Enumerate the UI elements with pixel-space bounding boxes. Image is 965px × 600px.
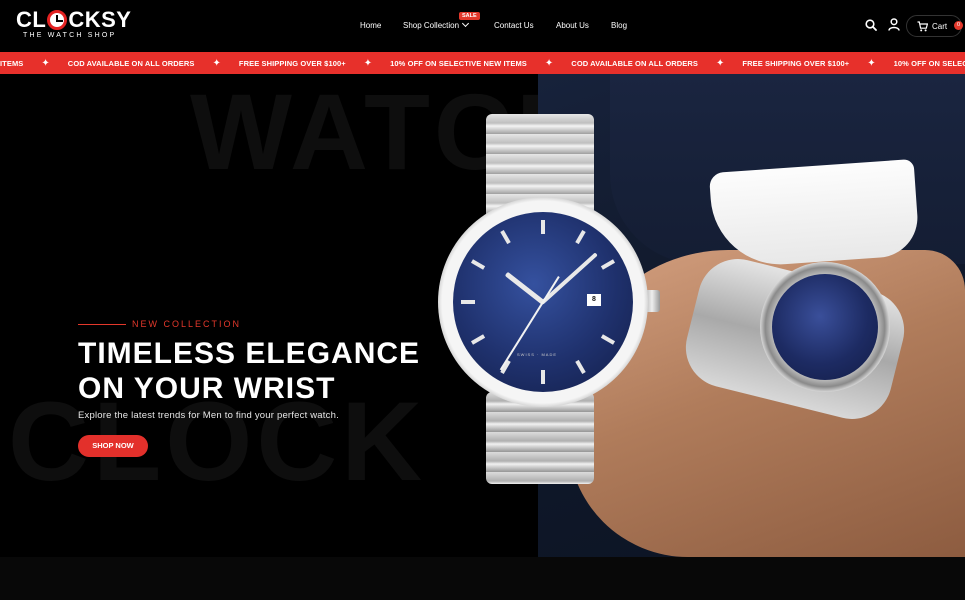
hour-marker [541,370,545,384]
cart-button[interactable]: Cart 0 [906,15,963,37]
marquee-item: FREE SHIPPING OVER $100+ [238,58,346,68]
hour-marker [600,259,616,270]
marquee-item: 10% OFF ON SELECTIVE NEW ITEMS [893,58,965,68]
marquee-item: 10% OFF ON SELECTIVE NEW ITEMS [390,58,527,68]
shirt-cuff [708,158,921,270]
nav-home[interactable]: Home [360,21,381,30]
cart-label: Cart [932,22,948,31]
hour-marker [600,334,616,345]
hour-marker [461,300,475,304]
chevron-down-icon [462,19,470,28]
dial-text: SWISS · MADE [517,352,558,357]
clock-icon [47,10,68,30]
watch-dial: 8 SWISS · MADE [453,212,633,392]
cart-icon [917,21,928,32]
search-icon[interactable] [865,19,877,31]
hero-title-line-1: TIMELESS ELEGANCE [78,337,421,370]
date-window: 8 [587,294,601,306]
star-icon: ✦ [363,57,373,69]
hour-marker [470,259,486,270]
star-icon: ✦ [716,57,725,69]
hour-marker [470,334,486,345]
logo-wordmark: CL CKSY [16,9,131,31]
logo-text-left: CL [16,7,47,32]
star-icon: ✦ [212,57,221,69]
brand-logo[interactable]: CL CKSY THE WATCH SHOP [16,9,131,41]
star-icon: ✦ [544,57,554,69]
nav-contact[interactable]: Contact Us [494,21,534,30]
marquee-item: FREE SHIPPING OVER $100+ [742,58,850,68]
hour-marker [575,229,586,245]
sale-badge: SALE [459,12,480,20]
nav-shop-collection[interactable]: Shop Collection [403,19,470,30]
nav-blog[interactable]: Blog [611,21,627,30]
hour-marker [541,220,545,234]
hero-title: TIMELESS ELEGANCE ON YOUR WRIST [78,336,438,406]
logo-text-right: CKSY [68,7,132,32]
hero-banner: WATCH CLOCK 8 SWISS · MADE NEW COLLECTIO… [0,74,965,557]
marquee-track: NEW ITEMS ✦ COD AVAILABLE ON ALL ORDERS … [0,52,965,74]
hero-eyebrow: NEW COLLECTION [78,319,241,329]
marquee-item: COD AVAILABLE ON ALL ORDERS [67,58,195,68]
user-icon[interactable] [888,18,900,31]
eyebrow-text: NEW COLLECTION [132,319,242,329]
hero-subtitle: Explore the latest trends for Men to fin… [78,410,339,421]
hour-marker [575,359,586,375]
worn-watch-dial [772,274,878,380]
site-header: CL CKSY THE WATCH SHOP Home Shop Collect… [0,0,965,52]
nav-about[interactable]: About Us [556,21,589,30]
next-section-strip [0,557,965,600]
marquee-item: NEW ITEMS [0,58,24,68]
hour-marker [500,229,511,245]
marquee-item: COD AVAILABLE ON ALL ORDERS [571,58,699,68]
star-icon: ✦ [867,57,876,69]
logo-tagline: THE WATCH SHOP [23,32,117,39]
nav-shop-label: Shop Collection [403,21,460,30]
eyebrow-divider [78,323,126,325]
cart-count-badge: 0 [954,21,963,30]
hero-title-line-2: ON YOUR WRIST [78,372,336,405]
hour-hand [504,271,546,306]
shop-now-button[interactable]: SHOP NOW [78,435,148,457]
announcement-marquee: NEW ITEMS ✦ COD AVAILABLE ON ALL ORDERS … [0,52,965,74]
star-icon: ✦ [41,57,50,69]
